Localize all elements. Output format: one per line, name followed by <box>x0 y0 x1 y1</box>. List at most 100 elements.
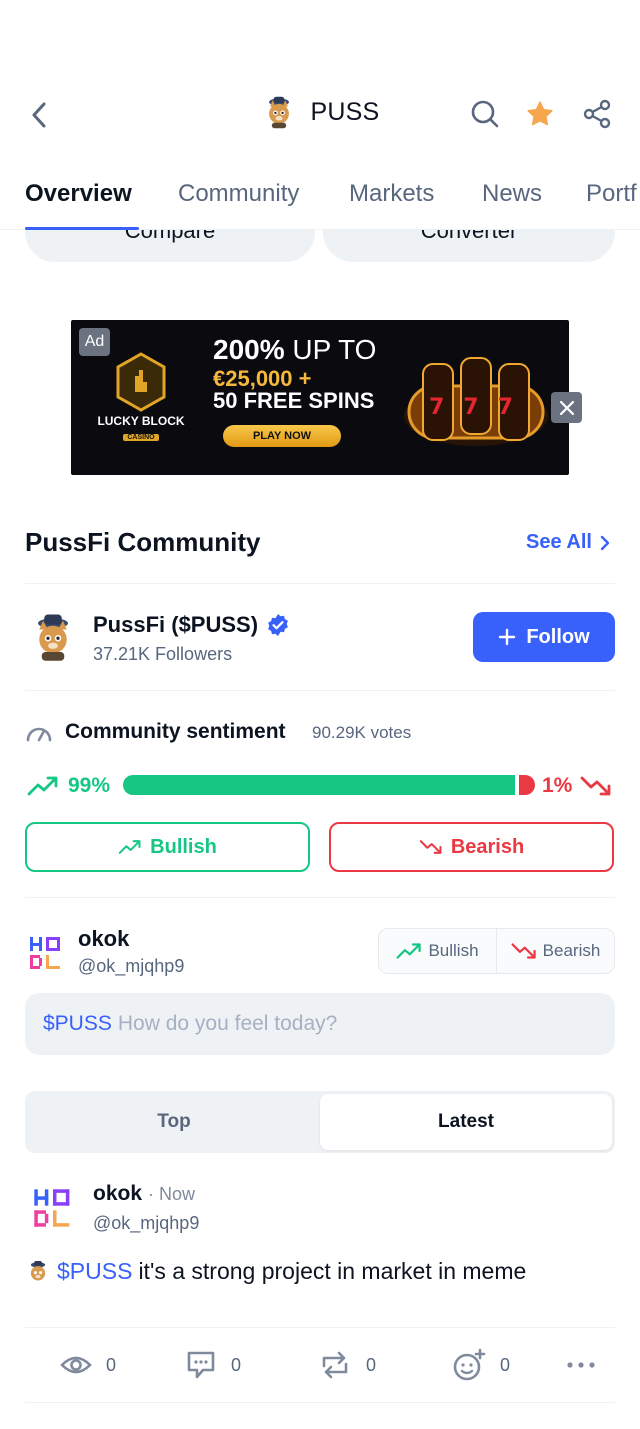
ad-spins: 50 FREE SPINS <box>213 388 375 413</box>
tab-latest[interactable]: Latest <box>320 1094 612 1150</box>
community-avatar <box>38 614 68 661</box>
ad-headline-rest: UP TO <box>292 334 377 365</box>
verified-badge-icon <box>268 614 288 636</box>
views-count: 0 <box>60 1347 116 1383</box>
community-name[interactable]: PussFi ($PUSS) <box>93 612 290 638</box>
more-horizontal-icon <box>567 1362 595 1368</box>
ad-headline-bold: 200% <box>213 334 285 365</box>
divider <box>25 583 615 584</box>
trending-up-icon <box>27 776 58 796</box>
puss-coin-icon <box>30 1260 46 1280</box>
see-all-link[interactable]: See All <box>526 531 610 554</box>
views-value: 0 <box>106 1354 117 1375</box>
tab-markets[interactable]: Markets <box>349 180 434 208</box>
search-button[interactable] <box>467 96 503 132</box>
vote-bullish-label: Bullish <box>150 835 217 858</box>
toggle-bearish-label: Bearish <box>542 941 601 960</box>
repost-button[interactable]: 0 <box>318 1347 376 1383</box>
close-icon <box>559 400 574 415</box>
see-all-label: See All <box>526 531 592 553</box>
bullish-percent: 99% <box>68 774 111 797</box>
bullish-bar <box>123 775 515 795</box>
follow-button[interactable]: Follow <box>473 612 615 662</box>
composer-tag: $PUSS <box>43 1012 112 1035</box>
tab-community[interactable]: Community <box>178 180 299 208</box>
trending-down-icon <box>580 776 611 796</box>
trending-up-icon <box>118 840 141 854</box>
reactions-value: 0 <box>500 1354 511 1375</box>
composer-placeholder: How do you feel today? <box>117 1012 338 1035</box>
comments-value: 0 <box>231 1354 242 1375</box>
divider <box>25 897 615 898</box>
community-name-label: PussFi ($PUSS) <box>93 612 259 637</box>
sentiment-votes: 90.29K votes <box>312 723 412 742</box>
gauge-icon <box>26 727 52 742</box>
ad-brand-name: LUCKY BLOCK <box>97 414 185 428</box>
ad-brand-sub: CASINO <box>123 434 159 441</box>
feed-sort-tabs: Top Latest <box>25 1091 615 1153</box>
vote-bullish-button[interactable]: Bullish <box>25 822 310 872</box>
chevron-right-icon <box>600 535 610 550</box>
repost-icon <box>322 1351 348 1379</box>
ad-badge: Ad <box>79 328 110 356</box>
follower-count: 37.21K Followers <box>93 644 233 664</box>
star-icon <box>527 101 553 126</box>
search-icon <box>471 100 499 128</box>
add-reaction-icon <box>453 1348 486 1381</box>
ad-brand: LUCKY BLOCK CASINO <box>93 414 189 442</box>
section-tabs: Overview Community Markets News Portf <box>0 168 640 230</box>
post-author[interactable]: okok · Now <box>93 1182 195 1206</box>
divider <box>25 1327 615 1328</box>
trending-up-icon <box>396 943 422 959</box>
sentiment-toggle: Bullish Bearish <box>378 928 615 974</box>
ad-banner[interactable]: Ad LUCKY BLOCK CASINO 200% UP TO €25,000… <box>71 320 569 475</box>
divider <box>25 1402 615 1403</box>
composer-user-handle: @ok_mjqhp9 <box>78 956 185 976</box>
post-composer-input[interactable]: $PUSS How do you feel today? <box>25 993 615 1055</box>
post-author-avatar[interactable] <box>32 1187 74 1229</box>
vote-bearish-button[interactable]: Bearish <box>329 822 614 872</box>
slot-machine-image: 777 <box>404 357 548 446</box>
post-text: it's a strong project in market in meme <box>138 1258 527 1284</box>
active-tab-indicator <box>25 227 139 230</box>
post-time: · Now <box>148 1184 196 1204</box>
puss-coin-icon <box>268 96 289 129</box>
tab-overview[interactable]: Overview <box>25 180 132 208</box>
share-button[interactable] <box>579 96 615 132</box>
trending-down-icon <box>419 840 442 854</box>
toggle-bearish[interactable]: Bearish <box>496 929 614 973</box>
more-options-button[interactable] <box>566 1347 596 1383</box>
vote-bearish-label: Bearish <box>450 835 525 858</box>
post-body: $PUSS it's a strong project in market in… <box>25 1258 526 1285</box>
toggle-bullish-label: Bullish <box>428 941 479 960</box>
page-title: PUSS <box>310 97 380 126</box>
ad-close-button[interactable] <box>551 392 582 423</box>
tab-news[interactable]: News <box>482 180 542 208</box>
reposts-value: 0 <box>366 1354 377 1375</box>
sentiment-title: Community sentiment <box>65 720 286 743</box>
post-author-name: okok <box>93 1182 143 1205</box>
comment-button[interactable]: 0 <box>185 1347 241 1383</box>
community-section-title: PussFi Community <box>25 527 261 557</box>
top-app-bar: PUSS <box>0 70 640 158</box>
toggle-bullish[interactable]: Bullish <box>379 929 496 973</box>
slot-reels-text: 777 <box>429 395 532 420</box>
trending-down-icon <box>511 943 536 959</box>
eye-icon <box>60 1356 92 1374</box>
tab-portfolio[interactable]: Portf <box>586 180 637 208</box>
divider <box>25 690 615 691</box>
hodl-avatar <box>30 937 60 969</box>
lucky-block-logo-icon <box>116 352 166 412</box>
react-button[interactable]: 0 <box>452 1347 510 1383</box>
ad-headline: 200% UP TO <box>213 334 376 366</box>
bearish-percent: 1% <box>542 774 573 797</box>
post-coin-tag[interactable]: $PUSS <box>57 1258 132 1285</box>
follow-label: Follow <box>526 625 590 648</box>
post-author-handle: @ok_mjqhp9 <box>93 1213 200 1233</box>
tab-top[interactable]: Top <box>28 1094 320 1150</box>
watchlist-star-button[interactable] <box>522 96 558 132</box>
composer-user-name: okok <box>78 926 130 951</box>
share-icon <box>583 99 611 129</box>
ad-play-now-button[interactable]: PLAY NOW <box>223 425 341 447</box>
bearish-bar <box>519 775 535 795</box>
